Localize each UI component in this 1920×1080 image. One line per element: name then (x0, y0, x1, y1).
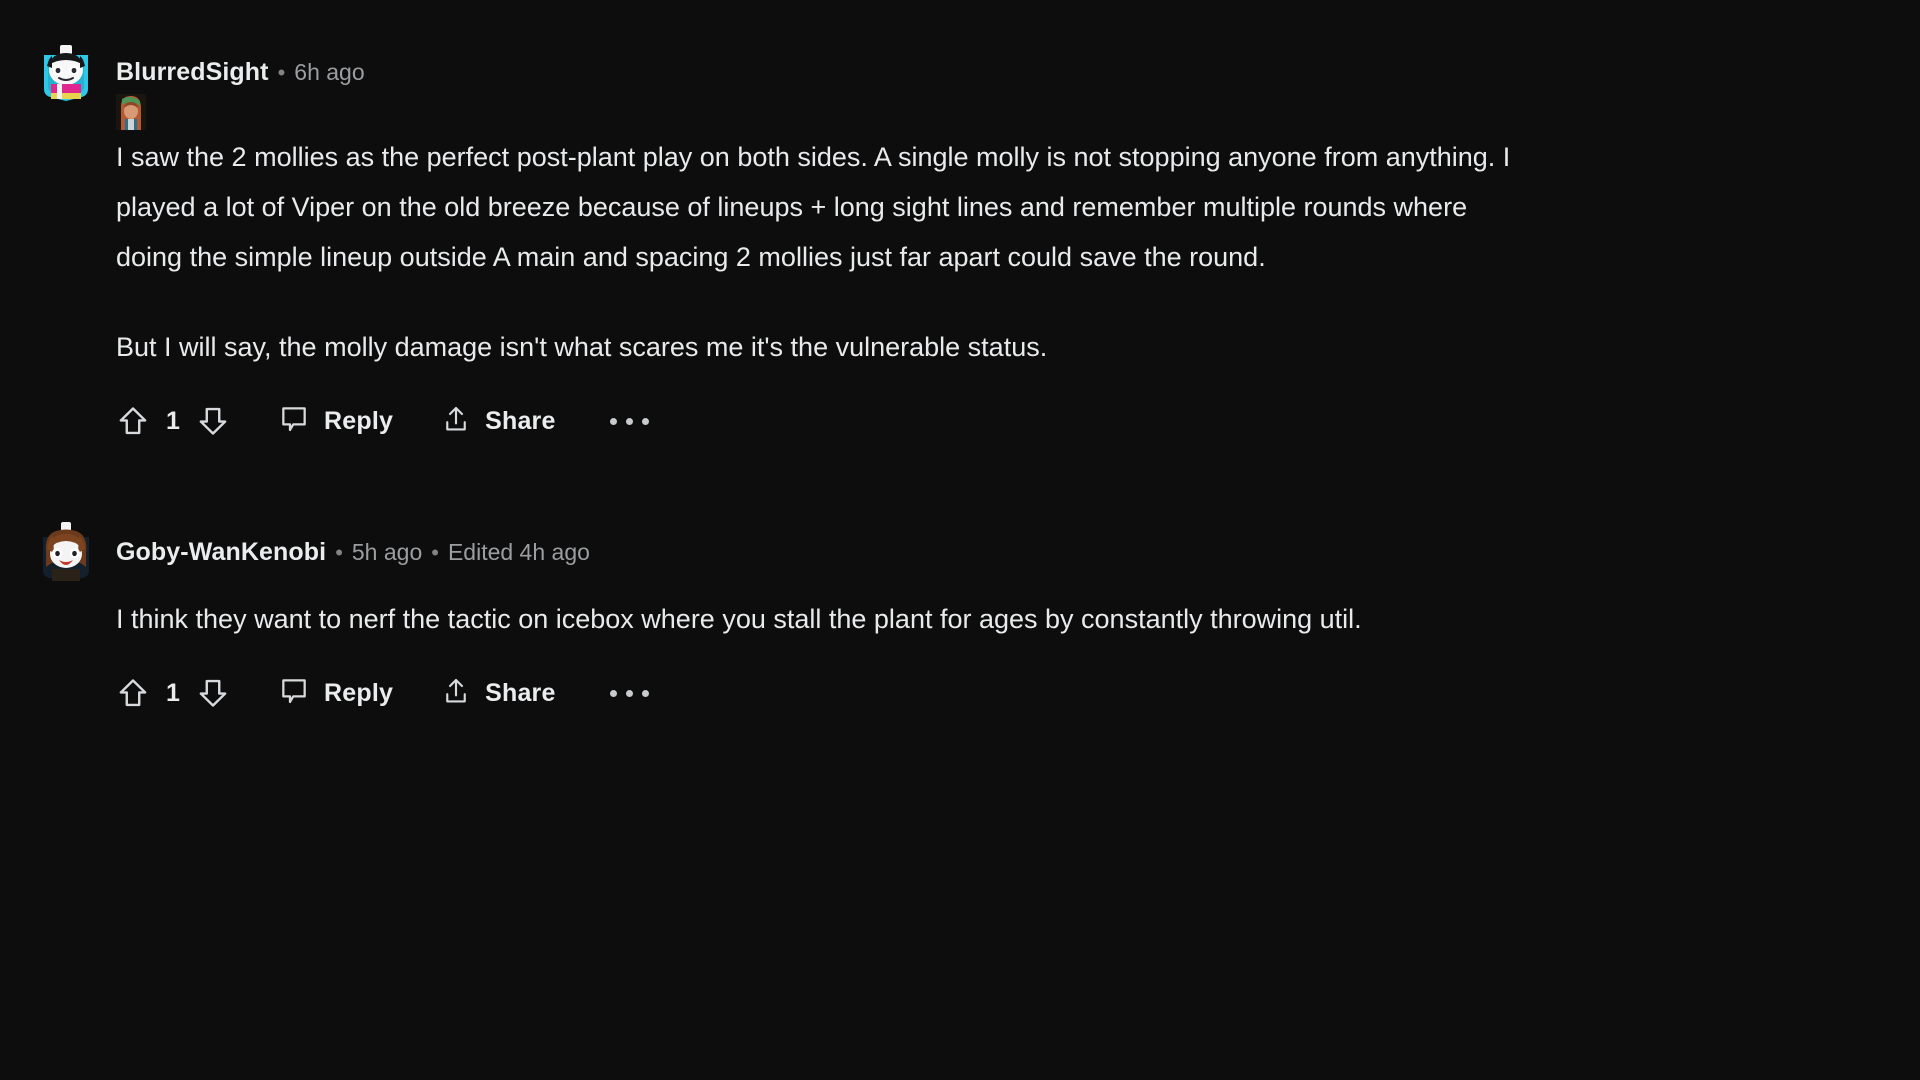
comment-1-paragraph-1: I saw the 2 mollies as the perfect post-… (116, 142, 1511, 272)
comment-2-share-label: Share (485, 678, 556, 707)
comment-2-paragraph-1: I think they want to nerf the tactic on … (116, 604, 1362, 634)
dot (625, 417, 633, 425)
dot (625, 689, 633, 697)
comment-2-actions: 1 Reply Share (38, 656, 1920, 730)
comment-2-vote-group: 1 (116, 675, 230, 711)
comment-2-separator-2: • (431, 539, 439, 565)
arrow-up-icon[interactable] (116, 675, 150, 711)
dot (609, 417, 617, 425)
dot (641, 417, 649, 425)
comment-divider-space (0, 462, 1920, 514)
comment-1-share-label: Share (485, 406, 556, 435)
arrow-down-icon[interactable] (196, 675, 230, 711)
comment-bubble-icon (278, 675, 310, 712)
comment-1-body: I saw the 2 mollies as the perfect post-… (38, 132, 1596, 372)
comment-bubble-icon (278, 403, 310, 440)
comment-2-separator-1: • (335, 539, 343, 565)
avatar-blurredsight[interactable] (38, 39, 94, 101)
dot (641, 689, 649, 697)
comment-2-timestamp: 5h ago (351, 538, 423, 565)
comment-1-more-options-icon[interactable] (606, 412, 653, 431)
avatar-goby-wankenobi[interactable] (38, 519, 94, 581)
comment-2-reply-label: Reply (324, 678, 394, 707)
share-arrow-icon (441, 403, 471, 440)
comment-1-actions: 1 Reply Share (38, 384, 1920, 458)
comment-1-byline: BlurredSight • 6h ago (116, 58, 365, 85)
share-arrow-icon (441, 675, 471, 712)
comment-1-flair-row (38, 92, 1920, 132)
comment-1-separator: • (277, 59, 286, 85)
comment-1-reply-button[interactable]: Reply (278, 403, 393, 440)
user-flair-icon (116, 94, 146, 130)
comment-2-more-options-icon[interactable] (606, 684, 653, 703)
comment-1-timestamp: 6h ago (294, 58, 365, 85)
comment-2-edited-label: Edited 4h ago (447, 538, 590, 565)
comment-2-score: 1 (166, 678, 180, 707)
comment-1-vote-group: 1 (116, 403, 230, 439)
comment-2-share-button[interactable]: Share (441, 675, 555, 712)
comment-2-body: I think they want to nerf the tactic on … (38, 586, 1596, 644)
comment-1-username[interactable]: BlurredSight (116, 59, 269, 85)
arrow-down-icon[interactable] (196, 403, 230, 439)
comment-1-paragraph-2: But I will say, the molly damage isn't w… (116, 332, 1048, 362)
dot (609, 689, 617, 697)
arrow-up-icon[interactable] (116, 403, 150, 439)
comment-1-reply-label: Reply (324, 406, 394, 435)
comment-2: Goby-WanKenobi • 5h ago • Edited 4h ago … (0, 514, 1920, 730)
comment-2-byline: Goby-WanKenobi • 5h ago • Edited 4h ago (116, 538, 590, 565)
comment-2-username[interactable]: Goby-WanKenobi (116, 539, 326, 565)
comment-1-score: 1 (166, 406, 180, 435)
comment-thread: BlurredSight • 6h ago I saw the 2 mollie… (0, 0, 1920, 730)
comment-1: BlurredSight • 6h ago I saw the 2 mollie… (0, 34, 1920, 458)
comment-1-share-button[interactable]: Share (441, 403, 555, 440)
comment-2-header: Goby-WanKenobi • 5h ago • Edited 4h ago (38, 514, 1920, 586)
comment-2-reply-button[interactable]: Reply (278, 675, 393, 712)
